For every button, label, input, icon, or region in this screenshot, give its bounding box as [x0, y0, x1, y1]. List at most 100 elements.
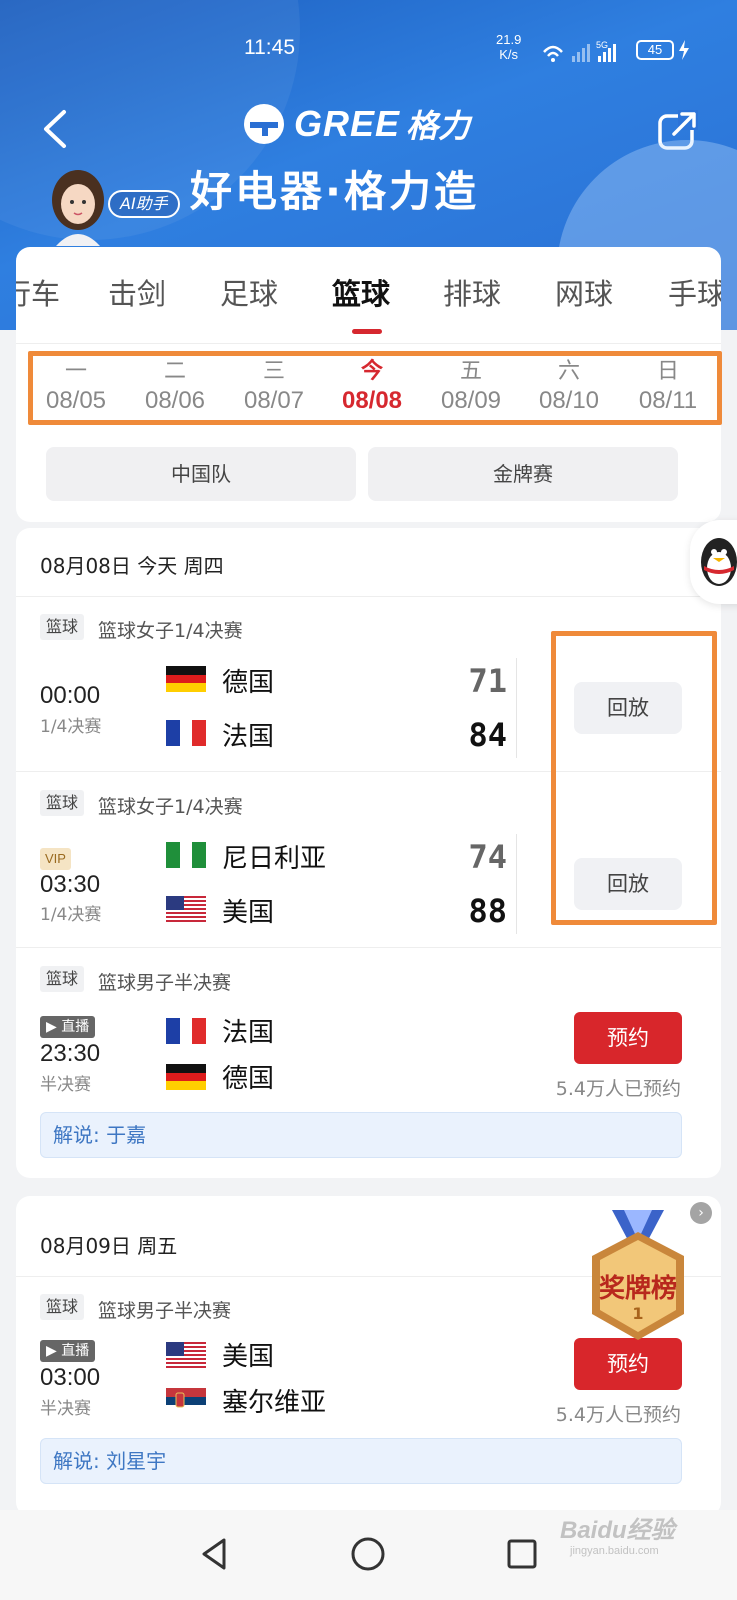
date-wed[interactable]: 三 08/07 — [234, 359, 314, 417]
team-name: 法国 — [222, 722, 275, 752]
medal-table-button[interactable]: 奖牌榜 1 — [578, 1210, 698, 1360]
reserve-button[interactable]: 预约 — [574, 1012, 682, 1064]
ai-assistant-label[interactable]: AI助手 — [108, 190, 180, 218]
match-card[interactable]: 篮球 篮球女子1/4决赛 VIP 03:30 1/4决赛 尼日利亚 美国 74 … — [16, 774, 721, 954]
match-round: 1/4决赛 — [40, 905, 102, 925]
team-name: 美国 — [222, 898, 275, 928]
active-tab-indicator — [352, 329, 382, 334]
divider — [516, 658, 517, 758]
divider — [16, 771, 721, 772]
network-speed: 21.9 K/s — [496, 32, 522, 62]
reserve-count: 5.4万人已预约 — [555, 1404, 681, 1426]
score: 88 — [468, 892, 507, 930]
germany-flag-icon — [166, 666, 206, 692]
match-time: 03:00 — [40, 1364, 101, 1391]
team-name: 尼日利亚 — [222, 844, 327, 874]
logo-cn: 格力 — [406, 107, 471, 145]
date-today[interactable]: 今 08/08 — [332, 359, 412, 417]
france-flag-icon — [166, 1018, 206, 1044]
back-triangle-icon[interactable] — [196, 1534, 236, 1574]
status-time: 11:45 — [244, 36, 295, 59]
usa-flag-icon — [166, 896, 206, 922]
tab-basketball[interactable]: 篮球 — [332, 271, 390, 313]
share-icon[interactable] — [656, 108, 700, 152]
usa-flag-icon — [166, 1342, 206, 1368]
day-heading: 08月09日 周五 — [40, 1234, 178, 1258]
match-time: 00:00 — [40, 682, 101, 709]
divider — [16, 947, 721, 948]
tab-football[interactable]: 足球 — [220, 271, 278, 313]
home-circle-icon[interactable] — [348, 1534, 388, 1574]
day-card-0808: 08月08日 今天 周四 篮球 篮球女子1/4决赛 00:00 1/4决赛 德国… — [16, 528, 721, 1178]
date-sun[interactable]: 日 08/11 — [628, 359, 708, 417]
commentator-bar[interactable]: 解说: 于嘉 — [40, 1112, 682, 1158]
date-fri[interactable]: 五 08/09 — [431, 359, 511, 417]
divider — [16, 596, 721, 597]
ai-assistant-avatar[interactable] — [46, 166, 110, 246]
germany-flag-icon — [166, 1064, 206, 1090]
match-card[interactable]: 篮球 篮球男子半决赛 ▶ 直播 23:30 半决赛 法国 德国 预约 5.4万人… — [16, 950, 721, 1170]
match-card[interactable]: 篮球 篮球女子1/4决赛 00:00 1/4决赛 德国 法国 71 84 回放 — [16, 598, 721, 778]
sport-tag: 篮球 — [40, 966, 85, 992]
match-time: 03:30 — [40, 871, 101, 898]
score: 71 — [468, 662, 507, 700]
divider — [516, 834, 517, 934]
medal-rank: 1 — [632, 1304, 644, 1323]
score: 84 — [468, 716, 507, 754]
team-name: 德国 — [222, 1064, 275, 1094]
reserve-count: 5.4万人已预约 — [555, 1078, 681, 1100]
team-name: 塞尔维亚 — [222, 1388, 327, 1418]
sport-tag: 篮球 — [40, 790, 85, 816]
match-time: 23:30 — [40, 1040, 101, 1067]
stage-title: 篮球男子半决赛 — [98, 1300, 232, 1322]
recents-square-icon[interactable] — [502, 1534, 542, 1574]
replay-button[interactable]: 回放 — [574, 682, 682, 734]
tab-tennis[interactable]: 网球 — [555, 271, 613, 313]
date-mon[interactable]: 一 08/05 — [36, 359, 116, 417]
medal-table-label: 奖牌榜 — [598, 1274, 677, 1304]
tab-volleyball[interactable]: 排球 — [443, 271, 501, 313]
gree-logo: GREE 格力 — [242, 100, 470, 148]
team-name: 美国 — [222, 1342, 275, 1372]
match-round: 半决赛 — [40, 1075, 91, 1095]
gree-logo-mark-icon — [244, 104, 284, 144]
date-sat[interactable]: 六 08/10 — [529, 359, 609, 417]
baidu-watermark: Baidu经验 jingyan.baidu.com — [560, 1517, 675, 1557]
penguin-icon — [701, 538, 737, 586]
match-round: 半决赛 — [40, 1399, 91, 1419]
sport-tag: 篮球 — [40, 614, 85, 640]
nigeria-flag-icon — [166, 842, 206, 868]
day-heading: 08月08日 今天 周四 — [40, 554, 224, 578]
date-tue[interactable]: 二 08/06 — [135, 359, 215, 417]
china-team-filter-button[interactable]: 中国队 — [46, 447, 356, 501]
tab-cycling[interactable]: 行车 — [16, 271, 60, 313]
sport-tabs: 行车 击剑 足球 篮球 排球 网球 手球 — [16, 247, 721, 343]
tab-fencing[interactable]: 击剑 — [108, 271, 166, 313]
serbia-flag-icon — [166, 1388, 206, 1414]
gold-medal-filter-button[interactable]: 金牌赛 — [368, 447, 678, 501]
match-round: 1/4决赛 — [40, 717, 102, 737]
logo-text: GREE — [294, 103, 401, 144]
live-badge: ▶ 直播 — [40, 1340, 96, 1362]
team-name: 德国 — [222, 668, 275, 698]
replay-button[interactable]: 回放 — [574, 858, 682, 910]
battery-indicator: 45 — [636, 40, 674, 60]
status-bar: 11:45 21.9 K/s 5G 45 — [0, 0, 737, 92]
stage-title: 篮球女子1/4决赛 — [98, 620, 243, 642]
commentator-bar[interactable]: 解说: 刘星宇 — [40, 1438, 682, 1484]
stage-title: 篮球女子1/4决赛 — [98, 796, 243, 818]
sport-tag: 篮球 — [40, 1294, 85, 1320]
schedule-filter-card: 行车 击剑 足球 篮球 排球 网球 手球 一 08/05 二 08/06 三 08/0… — [16, 247, 721, 522]
france-flag-icon — [166, 720, 206, 746]
charging-icon — [679, 40, 689, 60]
vip-badge: VIP — [40, 848, 71, 870]
svg-text:5G: 5G — [596, 40, 608, 50]
stage-title: 篮球男子半决赛 — [98, 972, 232, 994]
tab-handball[interactable]: 手球 — [668, 271, 721, 313]
team-name: 法国 — [222, 1018, 275, 1048]
back-arrow-icon[interactable] — [36, 104, 76, 154]
floating-assistant[interactable] — [690, 520, 737, 604]
live-badge: ▶ 直播 — [40, 1016, 96, 1038]
divider — [16, 343, 721, 344]
slogan: 好电器·格力造 — [190, 167, 479, 216]
